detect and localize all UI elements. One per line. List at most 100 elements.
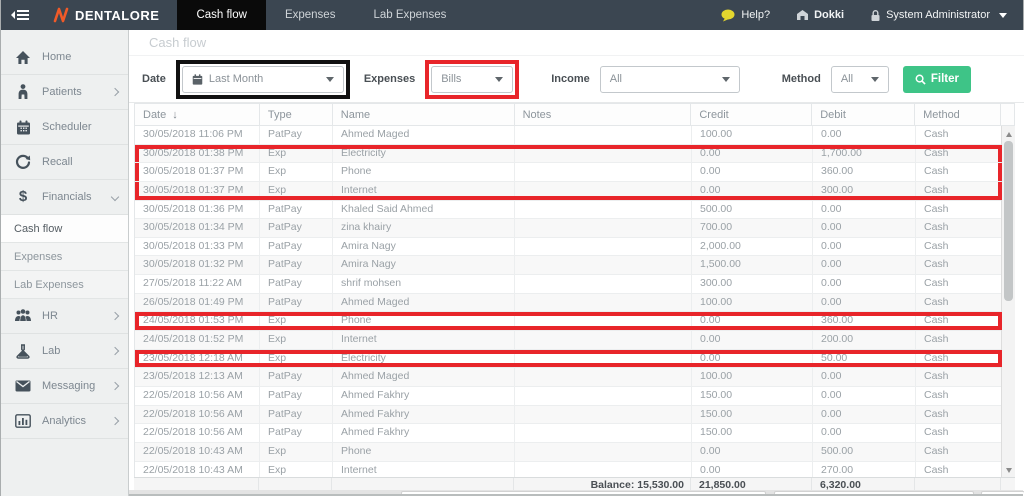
sidebar-item-home[interactable]: Home <box>1 40 128 75</box>
cell-date: 22/05/2018 10:56 AM <box>135 424 260 442</box>
cell-date: 26/05/2018 01:49 PM <box>135 294 260 312</box>
cell-notes <box>515 145 692 163</box>
scroll-down-arrow-icon[interactable] <box>1002 464 1015 476</box>
cell-name: shrif mohsen <box>333 275 515 293</box>
scrollbar-thumb[interactable] <box>1004 141 1013 301</box>
cell-type: PatPay <box>260 256 333 274</box>
table-row[interactable]: 30/05/2018 01:38 PM Exp Electricity 0.00… <box>135 145 1002 164</box>
column-header-type[interactable]: Type <box>260 104 333 126</box>
column-header-credit[interactable]: Credit <box>691 104 812 126</box>
cell-type: PatPay <box>260 424 333 442</box>
cell-credit: 300.00 <box>692 275 813 293</box>
table-row[interactable]: 30/05/2018 01:37 PM Exp Internet 0.00 30… <box>135 182 1002 201</box>
chevron-down-icon <box>999 13 1007 18</box>
annotation-box-red-expenses: Bills <box>425 60 519 99</box>
cell-date: 30/05/2018 01:38 PM <box>135 145 260 163</box>
column-header-name[interactable]: Name <box>333 104 515 126</box>
sidebar-subitem-cash-flow[interactable]: Cash flow <box>1 215 128 243</box>
table-row[interactable]: 30/05/2018 01:36 PM PatPay Khaled Said A… <box>135 201 1002 220</box>
cell-credit: 150.00 <box>692 406 813 424</box>
calendar-icon <box>192 74 203 85</box>
cell-date: 30/05/2018 01:36 PM <box>135 201 260 219</box>
scroll-up-arrow-icon[interactable] <box>1002 128 1015 140</box>
main-content: Cash flow Date Last Month Expenses Bills… <box>129 30 1024 496</box>
cell-name: Electricity <box>333 350 515 368</box>
sidebar-item-analytics[interactable]: Analytics <box>1 404 128 439</box>
sidebar-item-messaging[interactable]: Messaging <box>1 369 128 404</box>
sidebar-item-lab[interactable]: Lab <box>1 334 128 369</box>
cell-date: 30/05/2018 01:37 PM <box>135 182 260 200</box>
income-filter-dropdown[interactable]: All <box>600 66 740 93</box>
caret-down-icon <box>326 77 334 82</box>
column-header-debit[interactable]: Debit <box>812 104 915 126</box>
cell-notes <box>515 331 692 349</box>
cell-debit: 0.00 <box>813 368 916 386</box>
help-link[interactable]: Help? <box>721 9 770 22</box>
cell-date: 23/05/2018 12:13 AM <box>135 368 260 386</box>
page-title: Cash flow <box>129 30 1024 56</box>
cell-credit: 0.00 <box>692 312 813 330</box>
home-icon <box>13 50 33 65</box>
cell-name: zina khairy <box>333 219 515 237</box>
envelope-icon <box>13 380 33 392</box>
cell-method: Cash <box>916 238 1002 256</box>
column-header-method[interactable]: Method <box>915 104 1001 126</box>
expenses-filter-dropdown[interactable]: Bills <box>431 66 513 93</box>
cell-notes <box>515 238 692 256</box>
method-filter-dropdown[interactable]: All <box>831 66 889 93</box>
chevron-right-icon <box>111 417 119 425</box>
table-row[interactable]: 23/05/2018 12:18 AM Exp Electricity 0.00… <box>135 350 1002 369</box>
table-row[interactable]: 24/05/2018 01:52 PM Exp Internet 0.00 20… <box>135 331 1002 350</box>
table-row[interactable]: 26/05/2018 01:49 PM PatPay Ahmed Maged 1… <box>135 294 1002 313</box>
sidebar-item-hr[interactable]: HR <box>1 299 128 334</box>
table-row[interactable]: 23/05/2018 12:13 AM PatPay Ahmed Maged 1… <box>135 368 1002 387</box>
cell-notes <box>515 201 692 219</box>
clinic-selector[interactable]: Dokki <box>796 9 844 21</box>
table-row[interactable]: 22/05/2018 10:56 AM PatPay Ahmed Fakhry … <box>135 424 1002 443</box>
table-row[interactable]: 22/05/2018 10:43 AM Exp Internet 0.00 27… <box>135 462 1002 478</box>
cell-notes <box>515 462 692 478</box>
cell-notes <box>515 387 692 405</box>
table-row[interactable]: 30/05/2018 01:33 PM PatPay Amira Nagy 2,… <box>135 238 1002 257</box>
sidebar-subitem-lab-expenses[interactable]: Lab Expenses <box>1 271 128 299</box>
table-row[interactable]: 22/05/2018 10:43 AM Exp Phone 0.00 500.0… <box>135 443 1002 462</box>
sidebar-item-patients[interactable]: Patients <box>1 75 128 110</box>
sidebar-collapse-button[interactable] <box>1 0 39 30</box>
cell-date: 22/05/2018 10:56 AM <box>135 406 260 424</box>
vertical-scrollbar[interactable] <box>1001 126 1015 478</box>
table-row[interactable]: 24/05/2018 01:53 PM Exp Phone 0.00 360.0… <box>135 312 1002 331</box>
table-row[interactable]: 30/05/2018 11:06 PM PatPay Ahmed Maged 1… <box>135 126 1002 145</box>
table-row[interactable]: 30/05/2018 01:32 PM PatPay Amira Nagy 1,… <box>135 256 1002 275</box>
cell-credit: 0.00 <box>692 350 813 368</box>
tab-cash-flow[interactable]: Cash flow <box>177 0 266 30</box>
lab-flask-icon <box>13 344 33 359</box>
table-row[interactable]: 30/05/2018 01:34 PM PatPay zina khairy 7… <box>135 219 1002 238</box>
date-filter-label: Date <box>142 73 166 85</box>
column-header-date[interactable]: Date ↓ <box>135 104 260 126</box>
table-row[interactable]: 22/05/2018 10:56 AM PatPay Ahmed Fakhry … <box>135 406 1002 425</box>
cell-debit: 500.00 <box>813 443 916 461</box>
sidebar-item-financials[interactable]: $ Financials <box>1 180 128 215</box>
sidebar-item-recall[interactable]: Recall <box>1 145 128 180</box>
tab-lab-expenses[interactable]: Lab Expenses <box>354 0 465 30</box>
tab-expenses[interactable]: Expenses <box>266 0 355 30</box>
chevron-right-icon <box>111 312 119 320</box>
cell-name: Ahmed Fakhry <box>333 387 515 405</box>
expenses-filter-label: Expenses <box>364 73 415 85</box>
expenses-filter-value: Bills <box>441 73 461 85</box>
chevron-right-icon <box>111 88 119 96</box>
cell-name: Phone <box>333 163 515 181</box>
table-row[interactable]: 22/05/2018 10:56 AM PatPay Ahmed Fakhry … <box>135 387 1002 406</box>
filter-button[interactable]: Filter <box>903 66 971 93</box>
date-filter-dropdown[interactable]: Last Month <box>182 66 344 93</box>
table-row[interactable]: 27/05/2018 11:22 AM PatPay shrif mohsen … <box>135 275 1002 294</box>
chevron-right-icon <box>111 347 119 355</box>
cell-name: Phone <box>333 312 515 330</box>
cell-name: Internet <box>333 331 515 349</box>
table-row[interactable]: 30/05/2018 01:37 PM Exp Phone 0.00 360.0… <box>135 163 1002 182</box>
column-header-notes[interactable]: Notes <box>515 104 692 126</box>
sidebar-subitem-expenses[interactable]: Expenses <box>1 243 128 271</box>
cell-type: Exp <box>260 350 333 368</box>
user-menu[interactable]: System Administrator <box>870 9 1007 22</box>
sidebar-item-scheduler[interactable]: Scheduler <box>1 110 128 145</box>
